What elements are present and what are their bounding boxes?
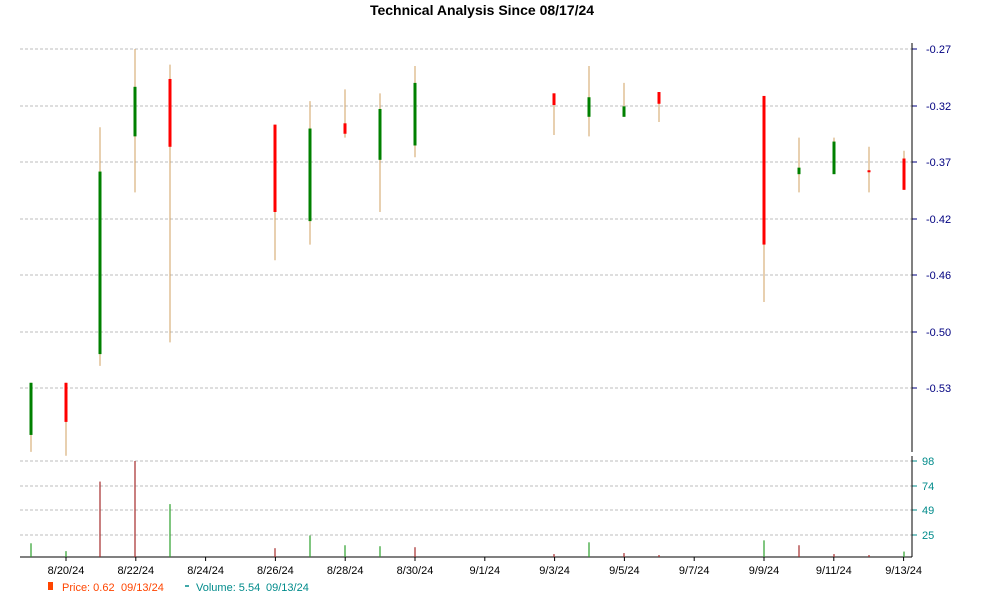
candle bbox=[133, 49, 137, 193]
candle bbox=[98, 127, 102, 366]
axes: -0.27 -0.32 -0.37 -0.42 -0.46 -0.50 -0.53 98 74 4… bbox=[20, 43, 951, 558]
volume-legend-date: 09/13/24 bbox=[266, 582, 309, 594]
candle-body bbox=[343, 123, 347, 134]
price-legend-label: Price: 0.62 bbox=[62, 582, 115, 594]
candle bbox=[622, 82, 626, 117]
candle bbox=[902, 150, 906, 190]
price-legend-swatch bbox=[48, 582, 53, 590]
x-tick-label: 9/5/24 bbox=[609, 565, 640, 577]
candle bbox=[797, 137, 801, 193]
candle bbox=[64, 382, 68, 456]
candle-body bbox=[762, 95, 766, 245]
candle bbox=[378, 93, 382, 212]
grid-lines bbox=[20, 48, 912, 536]
x-tick-label: 9/9/24 bbox=[749, 565, 780, 577]
candle bbox=[587, 65, 591, 137]
price-tick-label: -0.37 bbox=[926, 157, 951, 169]
volume-bars bbox=[30, 461, 905, 557]
x-tick-label: 9/11/24 bbox=[816, 565, 852, 577]
candle-body bbox=[797, 167, 801, 175]
candle-body bbox=[867, 170, 871, 173]
x-tick-label: 9/13/24 bbox=[885, 565, 922, 577]
candle bbox=[273, 124, 277, 261]
price-tick-label: -0.53 bbox=[926, 383, 951, 395]
x-tick-label: 8/26/24 bbox=[257, 565, 294, 577]
candle bbox=[762, 95, 766, 302]
candle-body bbox=[902, 158, 906, 190]
x-tick-label: 9/1/24 bbox=[470, 565, 501, 577]
candle bbox=[413, 65, 417, 158]
candle-body bbox=[308, 128, 312, 222]
volume-tick-label: 49 bbox=[922, 505, 934, 517]
candle-body bbox=[168, 78, 172, 147]
candle bbox=[657, 92, 661, 123]
candle bbox=[867, 146, 871, 193]
x-tick-label: 8/22/24 bbox=[117, 565, 154, 577]
price-tick-label: -0.46 bbox=[926, 270, 951, 282]
volume-tick-label: 98 bbox=[922, 456, 934, 468]
candle-body bbox=[657, 92, 661, 104]
x-tick-label: 8/24/24 bbox=[187, 565, 224, 577]
candle-body bbox=[413, 82, 417, 146]
candle-body bbox=[133, 86, 137, 137]
volume-legend-label: Volume: 5.54 bbox=[196, 582, 260, 594]
x-tick-label: 9/7/24 bbox=[679, 565, 710, 577]
legend: Price: 0.62 09/13/24 Volume: 5.54 09/13/… bbox=[48, 582, 309, 594]
candle-body bbox=[29, 382, 33, 435]
x-tick-label: 9/3/24 bbox=[539, 565, 570, 577]
x-tick-label: 8/20/24 bbox=[48, 565, 85, 577]
x-tick-label: 8/28/24 bbox=[327, 565, 364, 577]
candle-body bbox=[622, 106, 626, 117]
volume-tick-label: 25 bbox=[922, 530, 934, 542]
price-tick-label: -0.50 bbox=[926, 327, 951, 339]
candle bbox=[308, 101, 312, 245]
candle-body bbox=[378, 108, 382, 160]
candle bbox=[168, 64, 172, 343]
candle-body bbox=[273, 124, 277, 212]
candle-body bbox=[64, 382, 68, 422]
candle bbox=[29, 382, 33, 452]
x-axis-labels: 8/20/24 8/22/24 8/24/24 8/26/24 8/28/24 8/30/… bbox=[48, 557, 922, 577]
technical-analysis-chart: Technical Analysis Since 08/17/24 -0.27-… bbox=[20, 2, 951, 594]
chart-title: Technical Analysis Since 08/17/24 bbox=[370, 2, 594, 18]
price-tick-label: -0.27 bbox=[926, 44, 951, 56]
candle bbox=[343, 89, 347, 138]
price-tick-label: -0.32 bbox=[926, 101, 951, 113]
candlesticks bbox=[29, 49, 906, 456]
candle-body bbox=[832, 141, 836, 175]
candle-body bbox=[587, 97, 591, 117]
candle-body bbox=[98, 171, 102, 355]
price-legend-date: 09/13/24 bbox=[121, 582, 164, 594]
candle bbox=[552, 93, 556, 136]
candle bbox=[832, 137, 836, 175]
volume-tick-label: 74 bbox=[922, 481, 934, 493]
candle-body bbox=[552, 93, 556, 106]
price-tick-label: -0.42 bbox=[926, 214, 951, 226]
x-tick-label: 8/30/24 bbox=[397, 565, 434, 577]
